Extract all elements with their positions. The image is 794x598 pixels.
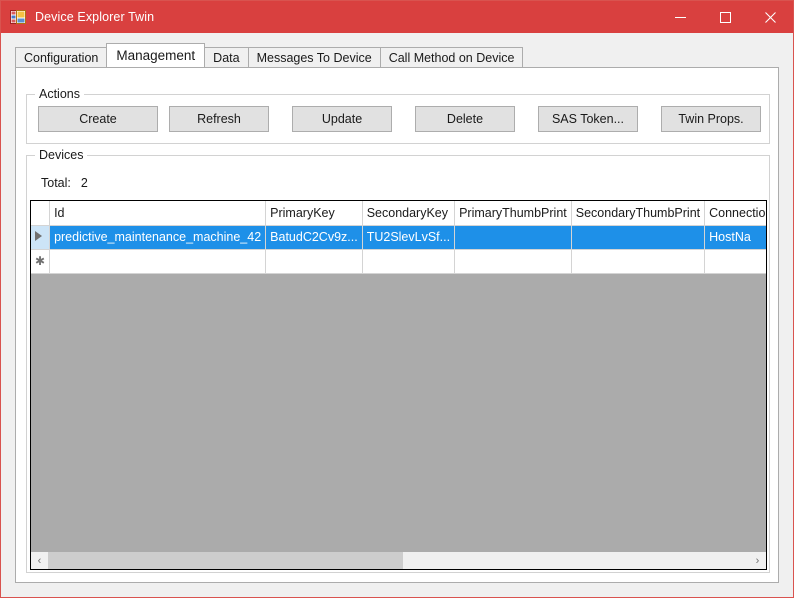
window-title: Device Explorer Twin xyxy=(35,10,155,24)
refresh-button[interactable]: Refresh xyxy=(169,106,269,132)
cell-id[interactable]: predictive_maintenance_machine_42 xyxy=(49,225,267,250)
form-window-icon xyxy=(10,9,26,25)
actions-group-title: Actions xyxy=(35,87,84,101)
cell-primarykey[interactable]: BatudC2Cv9z... xyxy=(265,225,363,250)
tab-management[interactable]: Management xyxy=(106,43,206,67)
minimize-button[interactable] xyxy=(658,1,703,33)
button-label: Create xyxy=(79,112,117,126)
cell-secondarykey[interactable]: TU2SlevLvSf... xyxy=(362,225,456,250)
button-label: SAS Token... xyxy=(551,112,625,126)
device-total-label: Total: xyxy=(41,176,71,190)
tab-data[interactable]: Data xyxy=(204,47,249,67)
devices-grid[interactable]: Id PrimaryKey SecondaryKey PrimaryThumbP… xyxy=(30,200,767,570)
table-header-row: Id PrimaryKey SecondaryKey PrimaryThumbP… xyxy=(31,201,766,226)
twin-props-button[interactable]: Twin Props. xyxy=(661,106,761,132)
title-bar: Device Explorer Twin xyxy=(1,1,793,33)
column-header-id[interactable]: Id xyxy=(49,201,267,226)
tab-label: Call Method on Device xyxy=(388,50,515,65)
cell-secondarykey[interactable] xyxy=(362,249,456,274)
tab-strip-container: Configuration Management Data Messages T… xyxy=(1,43,793,67)
column-header-primarythumbprint[interactable]: PrimaryThumbPrint xyxy=(454,201,572,226)
cell-secondarythumbprint[interactable] xyxy=(571,225,706,250)
devices-group: Devices Total: 2 Id PrimaryKey Secondary… xyxy=(26,148,770,573)
devices-table: Id PrimaryKey SecondaryKey PrimaryThumbP… xyxy=(31,201,766,274)
scrollbar-thumb[interactable] xyxy=(48,552,403,569)
table-row[interactable]: predictive_maintenance_machine_42 BatudC… xyxy=(31,225,766,250)
current-row-arrow-icon xyxy=(35,231,42,241)
tab-label: Management xyxy=(116,48,196,63)
tab-label: Configuration xyxy=(24,50,99,65)
scroll-left-arrow-icon[interactable]: ‹ xyxy=(31,552,48,569)
cell-connectionstring[interactable] xyxy=(704,249,766,274)
devices-grid-viewport: Id PrimaryKey SecondaryKey PrimaryThumbP… xyxy=(31,201,766,552)
maximize-button[interactable] xyxy=(703,1,748,33)
cell-primarythumbprint[interactable] xyxy=(454,249,572,274)
tab-page-management: Actions Create Refresh Update Delete SAS… xyxy=(15,67,779,583)
update-button[interactable]: Update xyxy=(292,106,392,132)
scrollbar-track[interactable] xyxy=(48,552,749,569)
devices-group-title: Devices xyxy=(35,148,88,162)
column-header-secondarythumbprint[interactable]: SecondaryThumbPrint xyxy=(571,201,706,226)
row-marker-current[interactable] xyxy=(31,225,51,250)
cell-primarythumbprint[interactable] xyxy=(454,225,572,250)
table-row[interactable]: ✱ xyxy=(31,249,766,274)
column-header-primarykey[interactable]: PrimaryKey xyxy=(265,201,363,226)
new-row-star-icon: ✱ xyxy=(35,254,46,268)
grid-horizontal-scrollbar[interactable]: ‹ › xyxy=(31,551,766,569)
actions-group: Actions Create Refresh Update Delete SAS… xyxy=(26,87,770,144)
column-header-connectionstring[interactable]: ConnectionString xyxy=(704,201,766,226)
create-button[interactable]: Create xyxy=(38,106,158,132)
close-button[interactable] xyxy=(748,1,793,33)
device-total: Total: 2 xyxy=(41,176,88,190)
tab-messages-to-device[interactable]: Messages To Device xyxy=(247,47,381,67)
cell-primarykey[interactable] xyxy=(265,249,363,274)
cell-id[interactable] xyxy=(49,249,267,274)
button-label: Update xyxy=(321,112,363,126)
cell-connectionstring[interactable]: HostNa xyxy=(704,225,766,250)
tab-call-method-on-device[interactable]: Call Method on Device xyxy=(379,47,524,67)
row-header-corner[interactable] xyxy=(31,201,51,226)
device-total-value: 2 xyxy=(80,176,88,190)
cell-secondarythumbprint[interactable] xyxy=(571,249,706,274)
button-label: Refresh xyxy=(197,112,241,126)
button-label: Twin Props. xyxy=(678,112,744,126)
button-label: Delete xyxy=(446,112,484,126)
sas-token-button[interactable]: SAS Token... xyxy=(538,106,638,132)
scroll-right-arrow-icon[interactable]: › xyxy=(749,552,766,569)
delete-button[interactable]: Delete xyxy=(415,106,515,132)
application-window: Device Explorer Twin Configuration Manag… xyxy=(0,0,794,598)
row-marker-new[interactable]: ✱ xyxy=(31,249,51,274)
column-header-secondarykey[interactable]: SecondaryKey xyxy=(362,201,456,226)
tab-strip: Configuration Management Data Messages T… xyxy=(15,43,524,67)
tab-label: Data xyxy=(213,50,240,65)
tab-configuration[interactable]: Configuration xyxy=(15,47,108,67)
window-controls xyxy=(658,1,793,33)
tab-label: Messages To Device xyxy=(256,50,372,65)
